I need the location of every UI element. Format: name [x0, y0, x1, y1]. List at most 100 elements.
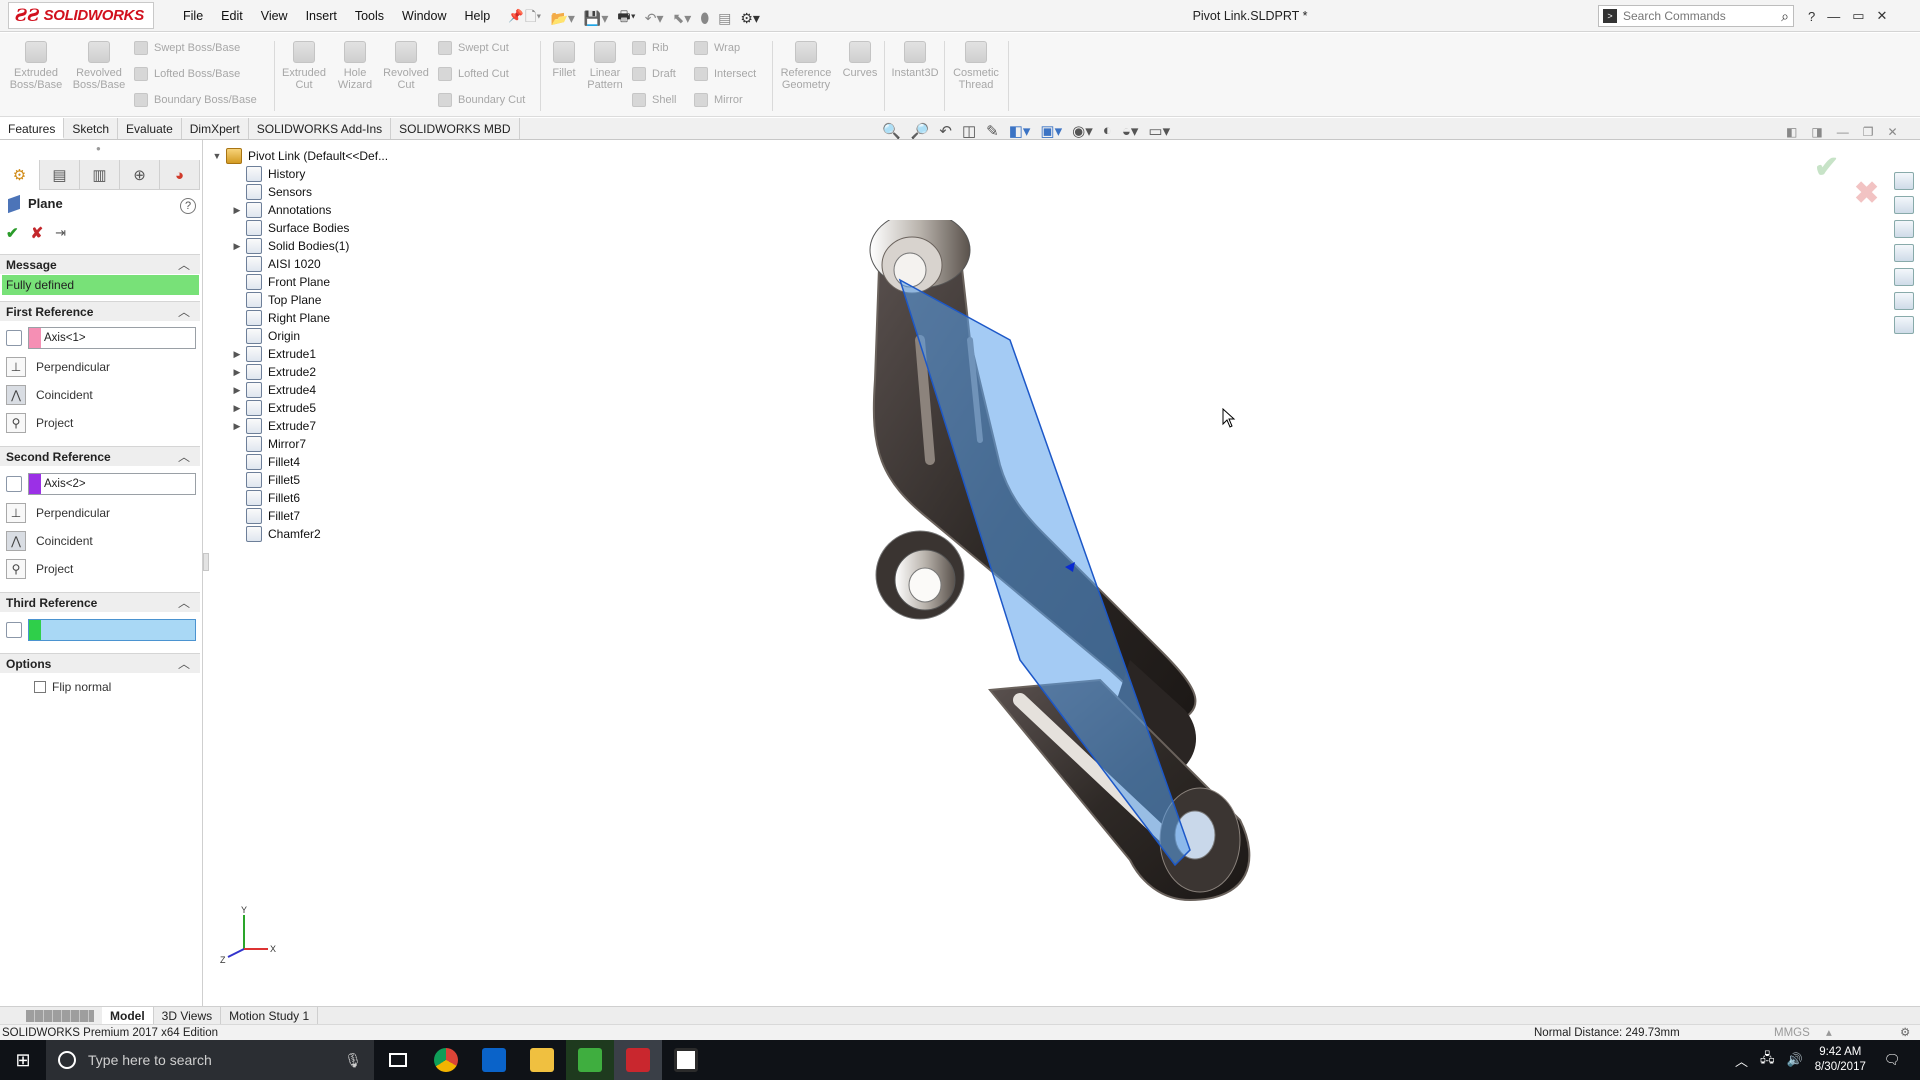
tab-mbd[interactable]: SOLIDWORKS MBD: [391, 118, 520, 139]
volume-icon[interactable]: 🔊: [1787, 1052, 1803, 1068]
feature-manager-tab-icon[interactable]: ⚙: [0, 160, 40, 190]
viewport-restore-icon[interactable]: ❐: [1863, 125, 1874, 139]
view-orientation-icon[interactable]: ◧▾: [1009, 122, 1031, 140]
tray-overflow-icon[interactable]: ︿: [1735, 1051, 1748, 1070]
zoom-to-area-icon[interactable]: 🔎: [911, 122, 930, 140]
menu-help[interactable]: Help: [456, 9, 500, 23]
display-style-icon[interactable]: ▣▾: [1040, 122, 1062, 140]
tree-expander-icon[interactable]: ▶: [230, 241, 244, 252]
unit-system-selector[interactable]: MMGS: [1774, 1025, 1810, 1041]
tree-node[interactable]: Chamfer2: [230, 523, 321, 545]
taskbar-search[interactable]: Type here to search 🎙: [46, 1040, 374, 1080]
tree-expander-icon[interactable]: ▶: [230, 421, 244, 432]
tab-scroll-buttons[interactable]: [26, 1009, 94, 1022]
solidworks-taskbar-icon[interactable]: [614, 1040, 662, 1080]
boundary-boss-button[interactable]: Boundary Boss/Base: [134, 93, 257, 107]
tree-expander-icon[interactable]: ▶: [230, 349, 244, 360]
second-ref-perpendicular[interactable]: ⊥ Perpendicular: [6, 502, 110, 524]
action-center-icon[interactable]: 🗨: [1884, 1052, 1901, 1068]
tab-features[interactable]: Features: [0, 118, 65, 139]
pivot-link-model[interactable]: [860, 220, 1290, 910]
swept-cut-button[interactable]: Swept Cut: [438, 41, 509, 55]
revolved-boss-button[interactable]: Revolved Boss/Base: [70, 39, 128, 91]
lofted-boss-button[interactable]: Lofted Boss/Base: [134, 67, 240, 81]
menu-file[interactable]: File: [174, 9, 212, 23]
boundary-cut-button[interactable]: Boundary Cut: [438, 93, 525, 107]
help-icon[interactable]: ?: [1808, 9, 1815, 24]
curves-button[interactable]: Curves: [838, 39, 882, 79]
file-explorer-icon[interactable]: [1894, 220, 1914, 238]
draft-button[interactable]: Draft: [632, 67, 676, 81]
save-icon[interactable]: 💾▾: [584, 10, 608, 27]
dynamic-annotation-icon[interactable]: ✎: [986, 122, 999, 140]
rib-button[interactable]: Rib: [632, 41, 669, 55]
flip-normal-checkbox[interactable]: [34, 681, 46, 693]
second-ref-coincident[interactable]: ⋀ Coincident: [6, 530, 93, 552]
second-reference-header[interactable]: Second Reference ︿: [0, 446, 200, 466]
extruded-cut-button[interactable]: Extruded Cut: [278, 39, 330, 91]
menu-tools[interactable]: Tools: [346, 9, 393, 23]
tab-motion-study-1[interactable]: Motion Study 1: [221, 1006, 319, 1025]
instant3d-button[interactable]: Instant3D: [888, 39, 942, 79]
viewport-minimize-icon[interactable]: —: [1837, 125, 1849, 139]
network-icon[interactable]: 🖧: [1760, 1049, 1775, 1071]
options-gear-icon[interactable]: ⚙▾: [740, 10, 760, 27]
chrome-icon[interactable]: [422, 1040, 470, 1080]
custom-properties-icon[interactable]: [1894, 292, 1914, 310]
dimxpert-manager-tab-icon[interactable]: ⊕: [120, 160, 160, 190]
search-icon[interactable]: ⌕: [1781, 8, 1789, 25]
apply-scene-icon[interactable]: ◒▾: [1122, 122, 1139, 140]
units-dropdown-icon[interactable]: ▴: [1826, 1025, 1832, 1041]
shell-button[interactable]: Shell: [632, 93, 676, 107]
tab-model[interactable]: Model: [102, 1006, 154, 1025]
flip-normal-option[interactable]: Flip normal: [34, 676, 111, 698]
view-settings-icon[interactable]: ▭▾: [1148, 122, 1170, 140]
camtasia-recorder-icon[interactable]: [662, 1040, 710, 1080]
second-ref-project[interactable]: ⚲ Project: [6, 558, 73, 580]
select-icon[interactable]: ⬉▾: [673, 10, 692, 27]
outlook-icon[interactable]: [470, 1040, 518, 1080]
tab-sketch[interactable]: Sketch: [64, 118, 119, 139]
section-view-icon[interactable]: ◫: [962, 122, 976, 140]
windows-start-icon[interactable]: ⊞: [0, 1040, 46, 1080]
minimize-icon[interactable]: —: [1827, 9, 1840, 24]
help-question-icon[interactable]: ?: [180, 198, 196, 214]
tree-expander-icon[interactable]: ▶: [230, 385, 244, 396]
extruded-boss-button[interactable]: Extruded Boss/Base: [8, 39, 64, 91]
tree-expander-icon[interactable]: ▶: [230, 367, 244, 378]
clock[interactable]: 9:42 AM 8/30/2017: [1815, 1045, 1866, 1075]
view-palette-icon[interactable]: [1894, 244, 1914, 262]
first-reference-field[interactable]: Axis<1>: [28, 327, 196, 349]
undo-icon[interactable]: ↶▾: [645, 10, 664, 27]
hole-wizard-button[interactable]: Hole Wizard: [332, 39, 378, 91]
wrap-button[interactable]: Wrap: [694, 41, 740, 55]
solidworks-resources-icon[interactable]: [1894, 172, 1914, 190]
options-section-header[interactable]: Options ︿: [0, 653, 200, 673]
previous-view-icon[interactable]: ↶: [939, 122, 952, 140]
cancel-x-icon[interactable]: ✘: [31, 224, 44, 242]
task-view-icon[interactable]: [374, 1040, 422, 1080]
third-reference-header[interactable]: Third Reference ︿: [0, 592, 200, 612]
camtasia-icon[interactable]: [566, 1040, 614, 1080]
rebuild-status-icon[interactable]: ⚙: [1900, 1025, 1910, 1041]
tab-dimxpert[interactable]: DimXpert: [182, 118, 249, 139]
open-icon[interactable]: 📂▾: [550, 10, 574, 27]
viewport-tile-right-icon[interactable]: ◨: [1811, 125, 1822, 139]
edit-appearance-icon[interactable]: ◐: [1103, 122, 1112, 140]
property-manager-tab-icon[interactable]: ▤: [40, 160, 80, 190]
revolved-cut-button[interactable]: Revolved Cut: [380, 39, 432, 91]
design-library-icon[interactable]: [1894, 196, 1914, 214]
file-explorer-taskbar-icon[interactable]: [518, 1040, 566, 1080]
solidworks-logo[interactable]: ƧƧ SOLIDWORKS: [8, 2, 154, 29]
collapse-chevron-icon[interactable]: ︿: [178, 447, 190, 467]
search-commands[interactable]: > Search Commands ⌕: [1598, 5, 1794, 27]
confirmation-cancel-icon[interactable]: ✖: [1854, 176, 1879, 211]
restore-icon[interactable]: ▭: [1852, 8, 1864, 24]
menu-edit[interactable]: Edit: [212, 9, 252, 23]
tab-3d-views[interactable]: 3D Views: [154, 1006, 222, 1025]
first-ref-project[interactable]: ⚲ Project: [6, 412, 73, 434]
new-icon[interactable]: 🗋▾: [525, 6, 541, 30]
cosmetic-thread-button[interactable]: Cosmetic Thread: [948, 39, 1004, 91]
first-reference-header[interactable]: First Reference ︿: [0, 301, 200, 321]
collapse-chevron-icon[interactable]: ︿: [178, 255, 190, 275]
